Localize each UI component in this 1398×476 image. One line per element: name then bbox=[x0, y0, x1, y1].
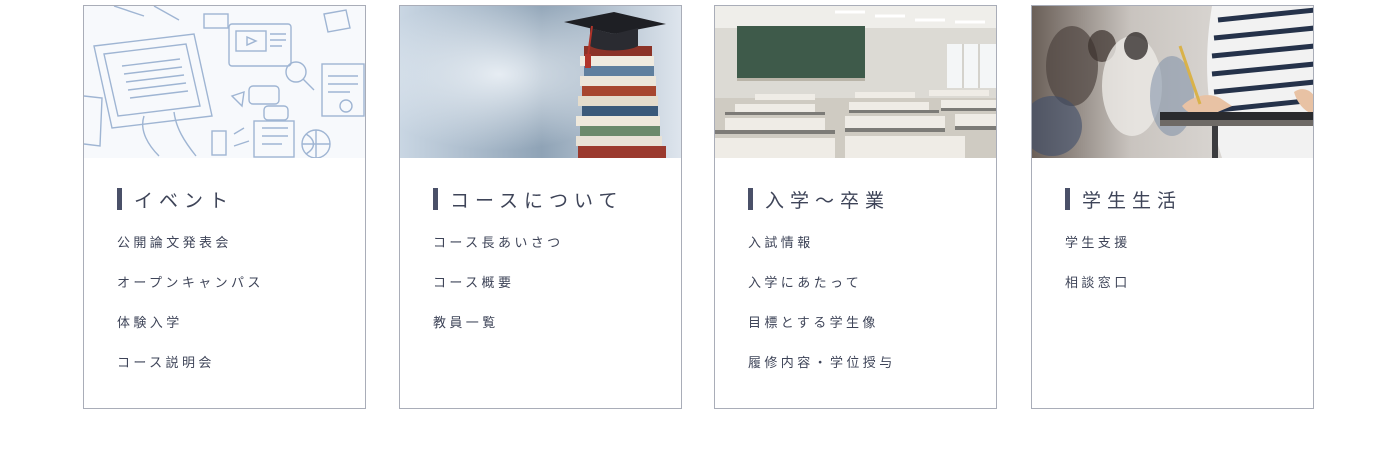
list-item: コース説明会 bbox=[117, 353, 264, 393]
card-link-list: 公開論文発表会 オープンキャンパス 体験入学 コース説明会 bbox=[117, 233, 264, 393]
link-public-thesis-presentation[interactable]: 公開論文発表会 bbox=[117, 236, 232, 251]
list-item: コース概要 bbox=[433, 273, 564, 313]
card-heading: 学生生活 bbox=[1065, 187, 1183, 212]
link-faculty-list[interactable]: 教員一覧 bbox=[433, 316, 499, 331]
card-heading: コースについて bbox=[433, 187, 624, 212]
list-item: オープンキャンパス bbox=[117, 273, 264, 313]
link-curriculum-degree[interactable]: 履修内容・学位授与 bbox=[748, 356, 896, 371]
event-illustration-icon bbox=[84, 6, 365, 158]
link-admission-info[interactable]: 入試情報 bbox=[748, 236, 814, 251]
card-title: イベント bbox=[134, 189, 235, 212]
card-title: 入学〜卒業 bbox=[765, 189, 891, 212]
heading-bar bbox=[433, 188, 438, 210]
card-link-list: 入試情報 入学にあたって 目標とする学生像 履修内容・学位授与 bbox=[748, 233, 896, 393]
card-title: コースについて bbox=[450, 189, 624, 212]
link-trial-admission[interactable]: 体験入学 bbox=[117, 316, 183, 331]
link-ideal-student[interactable]: 目標とする学生像 bbox=[748, 316, 879, 331]
link-open-campus[interactable]: オープンキャンパス bbox=[117, 276, 264, 291]
list-item: 体験入学 bbox=[117, 313, 264, 353]
list-item: コース長あいさつ bbox=[433, 233, 564, 273]
heading-bar bbox=[117, 188, 122, 210]
card-link-list: 学生支援 相談窓口 bbox=[1065, 233, 1131, 313]
heading-bar bbox=[748, 188, 753, 210]
graduation-books-icon bbox=[400, 6, 681, 158]
list-item: 入学にあたって bbox=[748, 273, 896, 313]
student-writing-photo-icon bbox=[1032, 6, 1313, 158]
link-student-support[interactable]: 学生支援 bbox=[1065, 236, 1131, 251]
link-course-overview[interactable]: コース概要 bbox=[433, 276, 514, 291]
link-consultation-desk[interactable]: 相談窓口 bbox=[1065, 276, 1131, 291]
card-heading: 入学〜卒業 bbox=[748, 187, 891, 212]
card-link-list: コース長あいさつ コース概要 教員一覧 bbox=[433, 233, 564, 353]
link-upon-admission[interactable]: 入学にあたって bbox=[748, 276, 862, 291]
list-item: 入試情報 bbox=[748, 233, 896, 273]
card-admission-graduation: 入学〜卒業 入試情報 入学にあたって 目標とする学生像 履修内容・学位授与 bbox=[714, 5, 997, 409]
classroom-photo-icon bbox=[715, 6, 996, 158]
list-item: 教員一覧 bbox=[433, 313, 564, 353]
list-item: 相談窓口 bbox=[1065, 273, 1131, 313]
list-item: 目標とする学生像 bbox=[748, 313, 896, 353]
link-course-briefing[interactable]: コース説明会 bbox=[117, 356, 215, 371]
list-item: 学生支援 bbox=[1065, 233, 1131, 273]
card-title: 学生生活 bbox=[1082, 189, 1183, 212]
card-event: イベント 公開論文発表会 オープンキャンパス 体験入学 コース説明会 bbox=[83, 5, 366, 409]
card-heading: イベント bbox=[117, 187, 235, 212]
card-about-course: コースについて コース長あいさつ コース概要 教員一覧 bbox=[399, 5, 682, 409]
link-course-head-greeting[interactable]: コース長あいさつ bbox=[433, 236, 564, 251]
heading-bar bbox=[1065, 188, 1070, 210]
list-item: 公開論文発表会 bbox=[117, 233, 264, 273]
card-student-life: 学生生活 学生支援 相談窓口 bbox=[1031, 5, 1314, 409]
list-item: 履修内容・学位授与 bbox=[748, 353, 896, 393]
menu-section: イベント 公開論文発表会 オープンキャンパス 体験入学 コース説明会 コースにつ… bbox=[0, 0, 1398, 476]
